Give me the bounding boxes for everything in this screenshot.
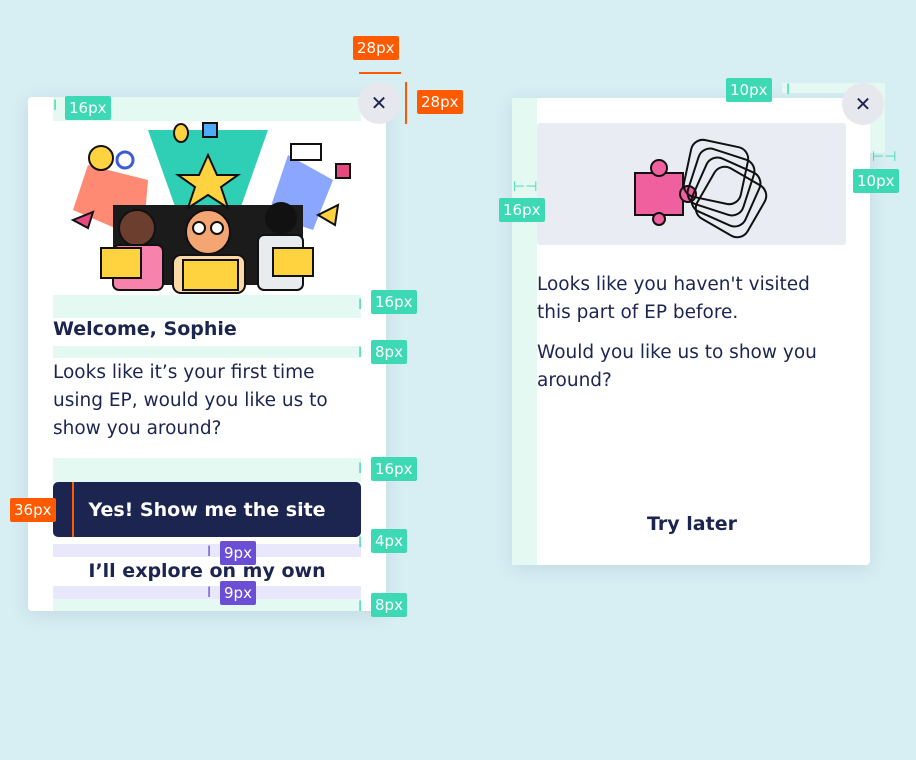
spacing-tick: I bbox=[207, 544, 212, 560]
spacing-label-9-bottom: 9px bbox=[220, 581, 256, 605]
button-height-line bbox=[72, 482, 74, 537]
welcome-body-text: Looks like it’s your first time using EP… bbox=[53, 362, 328, 439]
spacing-band-body bbox=[53, 458, 361, 482]
spacing-tick: ⊢⊣ bbox=[872, 149, 897, 165]
close-width-label: 28px bbox=[353, 36, 399, 60]
try-later-button[interactable]: Try later bbox=[537, 513, 847, 535]
reading-people-illustration bbox=[70, 122, 351, 294]
explore-own-button[interactable]: I’ll explore on my own bbox=[53, 560, 361, 582]
close-icon[interactable]: ✕ bbox=[358, 82, 400, 124]
spacing-label-16-left: 16px bbox=[499, 198, 545, 222]
spacing-band-title bbox=[53, 346, 361, 358]
close-icon[interactable]: ✕ bbox=[842, 83, 884, 125]
spacing-tick: I bbox=[358, 535, 363, 551]
welcome-title: Welcome, Sophie bbox=[53, 318, 237, 340]
spacing-label-10-top: 10px bbox=[726, 78, 772, 102]
spacing-tick: I bbox=[358, 297, 363, 313]
puzzle-illustration bbox=[634, 138, 768, 239]
spacing-label-4-buttons: 4px bbox=[371, 529, 407, 553]
spacing-label-10-right: 10px bbox=[853, 169, 899, 193]
spacing-band-illustration bbox=[53, 295, 361, 318]
spacing-label-8-bottom: 8px bbox=[371, 593, 407, 617]
spacing-label-8-title: 8px bbox=[371, 340, 407, 364]
spacing-tick: I bbox=[358, 461, 363, 477]
show-site-button[interactable]: Yes! Show me the site bbox=[53, 482, 361, 537]
spacing-tick: I bbox=[786, 82, 791, 98]
revisit-body-text-1: Looks like you haven't visited this part… bbox=[537, 274, 810, 323]
revisit-body-text-2: Would you like us to show you around? bbox=[537, 342, 817, 391]
spacing-label-16-top: 16px bbox=[65, 96, 111, 120]
spacing-tick: I bbox=[207, 585, 212, 601]
close-width-line bbox=[359, 72, 401, 74]
spacing-label-9-top: 9px bbox=[220, 541, 256, 565]
spacing-tick: ⊢⊣ bbox=[513, 179, 538, 195]
spacing-band-left bbox=[512, 98, 537, 565]
close-height-label: 28px bbox=[417, 90, 463, 114]
spacing-tick: I bbox=[358, 345, 363, 361]
close-height-line bbox=[405, 82, 407, 124]
button-height-label: 36px bbox=[10, 498, 56, 522]
spacing-label-16-illustration: 16px bbox=[371, 290, 417, 314]
spacing-tick: I bbox=[358, 599, 363, 615]
spacing-tick: I bbox=[53, 98, 58, 114]
spacing-label-16-body: 16px bbox=[371, 457, 417, 481]
